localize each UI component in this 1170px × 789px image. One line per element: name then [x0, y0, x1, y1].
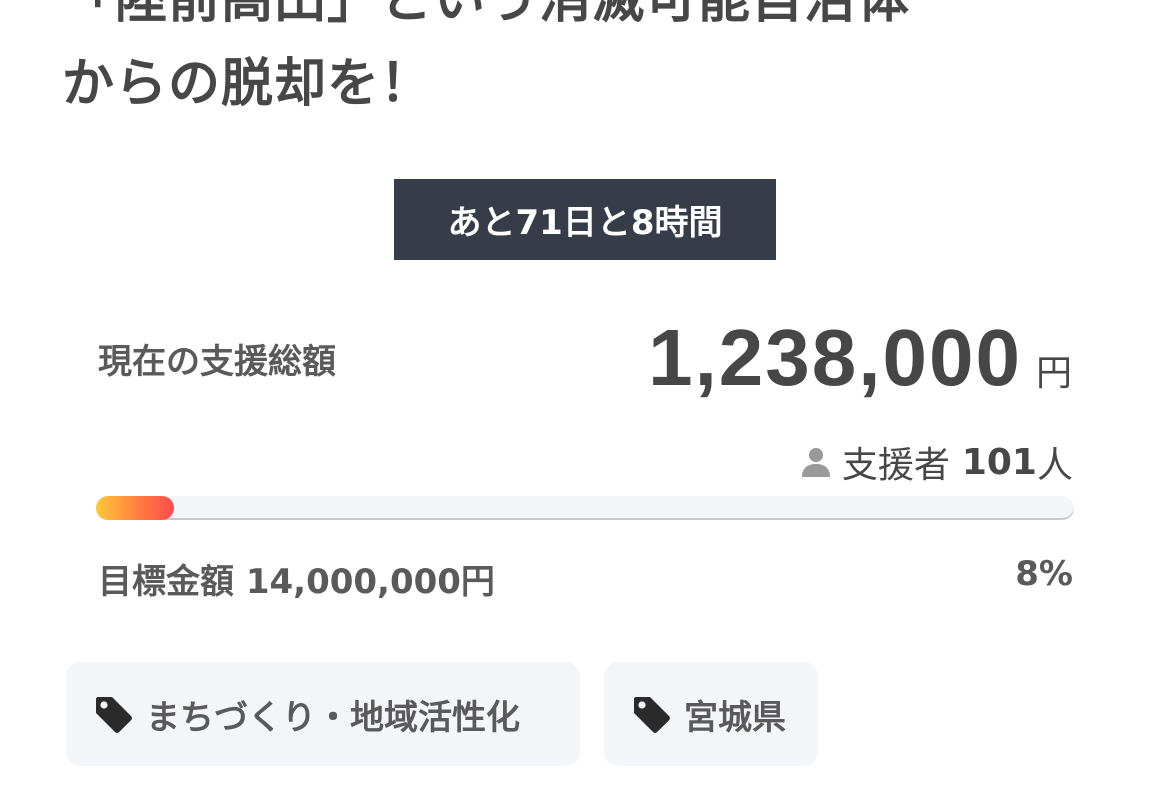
tag-region-label: 宮城県 — [684, 697, 786, 738]
raised-amount-unit: 円 — [1035, 353, 1072, 394]
project-title: 「陸前高田」という消滅可能自治体 からの脱却を！ — [62, 0, 1142, 126]
supporter-count-unit: 人 — [1036, 445, 1073, 486]
tag-category-label: まちづくり・地域活性化 — [146, 697, 520, 738]
project-title-line-2: からの脱却を！ — [62, 54, 434, 114]
raised-amount: 1,238,000 円 — [648, 312, 1072, 404]
tag-icon — [634, 697, 670, 733]
tag-region[interactable]: 宮城県 — [604, 662, 818, 766]
funding-progress-bar — [96, 496, 1074, 520]
raised-amount-value: 1,238,000 — [648, 313, 1022, 402]
supporter-count-value: 101 — [961, 441, 1037, 483]
supporter-label: 支援者 — [841, 445, 950, 486]
tag-category[interactable]: まちづくり・地域活性化 — [66, 662, 580, 766]
project-title-line-1: 「陸前高田」という消滅可能自治体 — [62, 0, 911, 30]
person-icon — [801, 448, 830, 477]
tag-icon — [96, 697, 132, 733]
funding-percent: 8% — [1015, 554, 1073, 594]
remaining-time-badge: あと71日と8時間 — [394, 179, 776, 260]
goal-amount: 目標金額 14,000,000円 — [98, 562, 495, 602]
raised-amount-label: 現在の支援総額 — [98, 342, 336, 382]
funding-progress-fill — [96, 496, 175, 520]
supporter-count: 支援者 101 人 — [798, 436, 1073, 488]
